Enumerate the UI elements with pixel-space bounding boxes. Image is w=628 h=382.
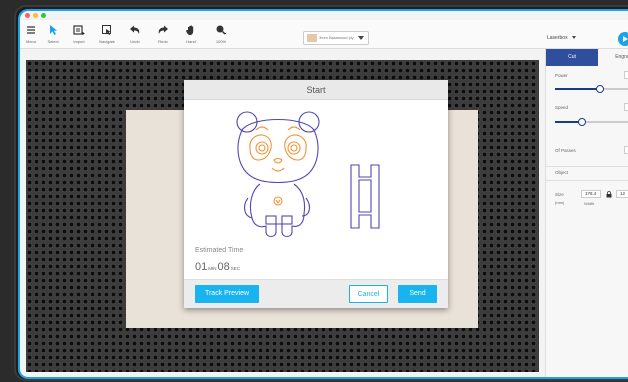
redo-icon <box>158 25 168 34</box>
title-bar <box>20 11 628 20</box>
undo-button[interactable]: Undo <box>124 24 146 44</box>
estimated-time-label: Estimated Time <box>195 247 244 254</box>
hand-button[interactable]: Hand <box>180 24 202 44</box>
track-preview-button[interactable]: Track Preview <box>195 285 259 303</box>
dialog-title: Start <box>184 80 448 100</box>
menu-icon <box>27 26 35 34</box>
material-swatch <box>307 34 317 42</box>
passes-label: Of Passes <box>555 148 576 153</box>
toolbar: Menu Select Import Navigate Undo Redo Ha… <box>20 20 628 49</box>
height-input[interactable]: 12 <box>616 190 628 198</box>
minimize-window-button[interactable] <box>33 13 38 18</box>
maximize-window-button[interactable] <box>41 13 46 18</box>
menu-button[interactable]: Menu <box>20 24 42 44</box>
mode-tabs: Cut Engrave <box>546 49 628 66</box>
select-button[interactable]: Select <box>42 24 64 44</box>
app-window: Menu Select Import Navigate Undo Redo Ha… <box>18 9 628 379</box>
divider <box>546 166 628 167</box>
start-dialog: Start Estimated Time 01MIN08SEC Track Pr… <box>184 80 448 308</box>
import-icon <box>73 25 85 35</box>
width-label: Width <box>584 201 595 206</box>
device-select[interactable]: Laserbox <box>547 35 576 41</box>
size-label: Size <box>555 192 564 197</box>
tab-engrave[interactable]: Engrave <box>598 49 628 66</box>
close-window-button[interactable] <box>25 13 30 18</box>
import-button[interactable]: Import <box>68 24 90 44</box>
redo-button[interactable]: Redo <box>152 24 174 44</box>
object-label: Object <box>555 170 569 175</box>
width-input[interactable]: 178.4 <box>581 190 601 198</box>
power-slider-fill <box>555 88 600 90</box>
hand-icon <box>186 25 194 35</box>
power-slider[interactable] <box>555 85 628 93</box>
passes-input[interactable] <box>624 146 628 154</box>
start-button[interactable] <box>618 32 628 46</box>
navigate-button[interactable]: Navigate <box>96 24 118 44</box>
device-frame: Menu Select Import Navigate Undo Redo Ha… <box>14 5 628 381</box>
settings-panel: Cut Engrave Power 30 Speed 20 Of Passes … <box>545 49 628 377</box>
cancel-button[interactable]: Cancel <box>349 285 388 303</box>
power-input[interactable]: 30 <box>624 71 628 79</box>
power-slider-handle[interactable] <box>596 85 604 93</box>
undo-icon <box>130 25 140 34</box>
speed-label: Speed <box>555 105 569 110</box>
dialog-footer: Track Preview Cancel Send <box>184 279 448 308</box>
zoom-button[interactable]: 100% <box>210 24 232 44</box>
speed-input[interactable]: 20 <box>624 103 628 111</box>
send-button[interactable]: Send <box>398 285 437 303</box>
cursor-icon <box>50 25 57 35</box>
speed-slider[interactable] <box>555 118 628 126</box>
tab-cut[interactable]: Cut <box>546 49 598 66</box>
size-unit: (mm) <box>555 200 565 205</box>
material-select[interactable]: 3mm Basswood ply <box>303 31 369 45</box>
lock-icon[interactable] <box>606 191 612 198</box>
job-preview <box>236 111 380 238</box>
speed-slider-handle[interactable] <box>578 118 586 126</box>
power-label: Power <box>555 73 568 78</box>
chevron-down-icon <box>571 36 576 40</box>
estimated-time-value: 01MIN08SEC <box>195 261 241 273</box>
chevron-down-icon <box>358 36 364 40</box>
divider <box>546 180 628 181</box>
navigate-icon <box>102 25 111 35</box>
zoom-icon <box>216 25 226 35</box>
